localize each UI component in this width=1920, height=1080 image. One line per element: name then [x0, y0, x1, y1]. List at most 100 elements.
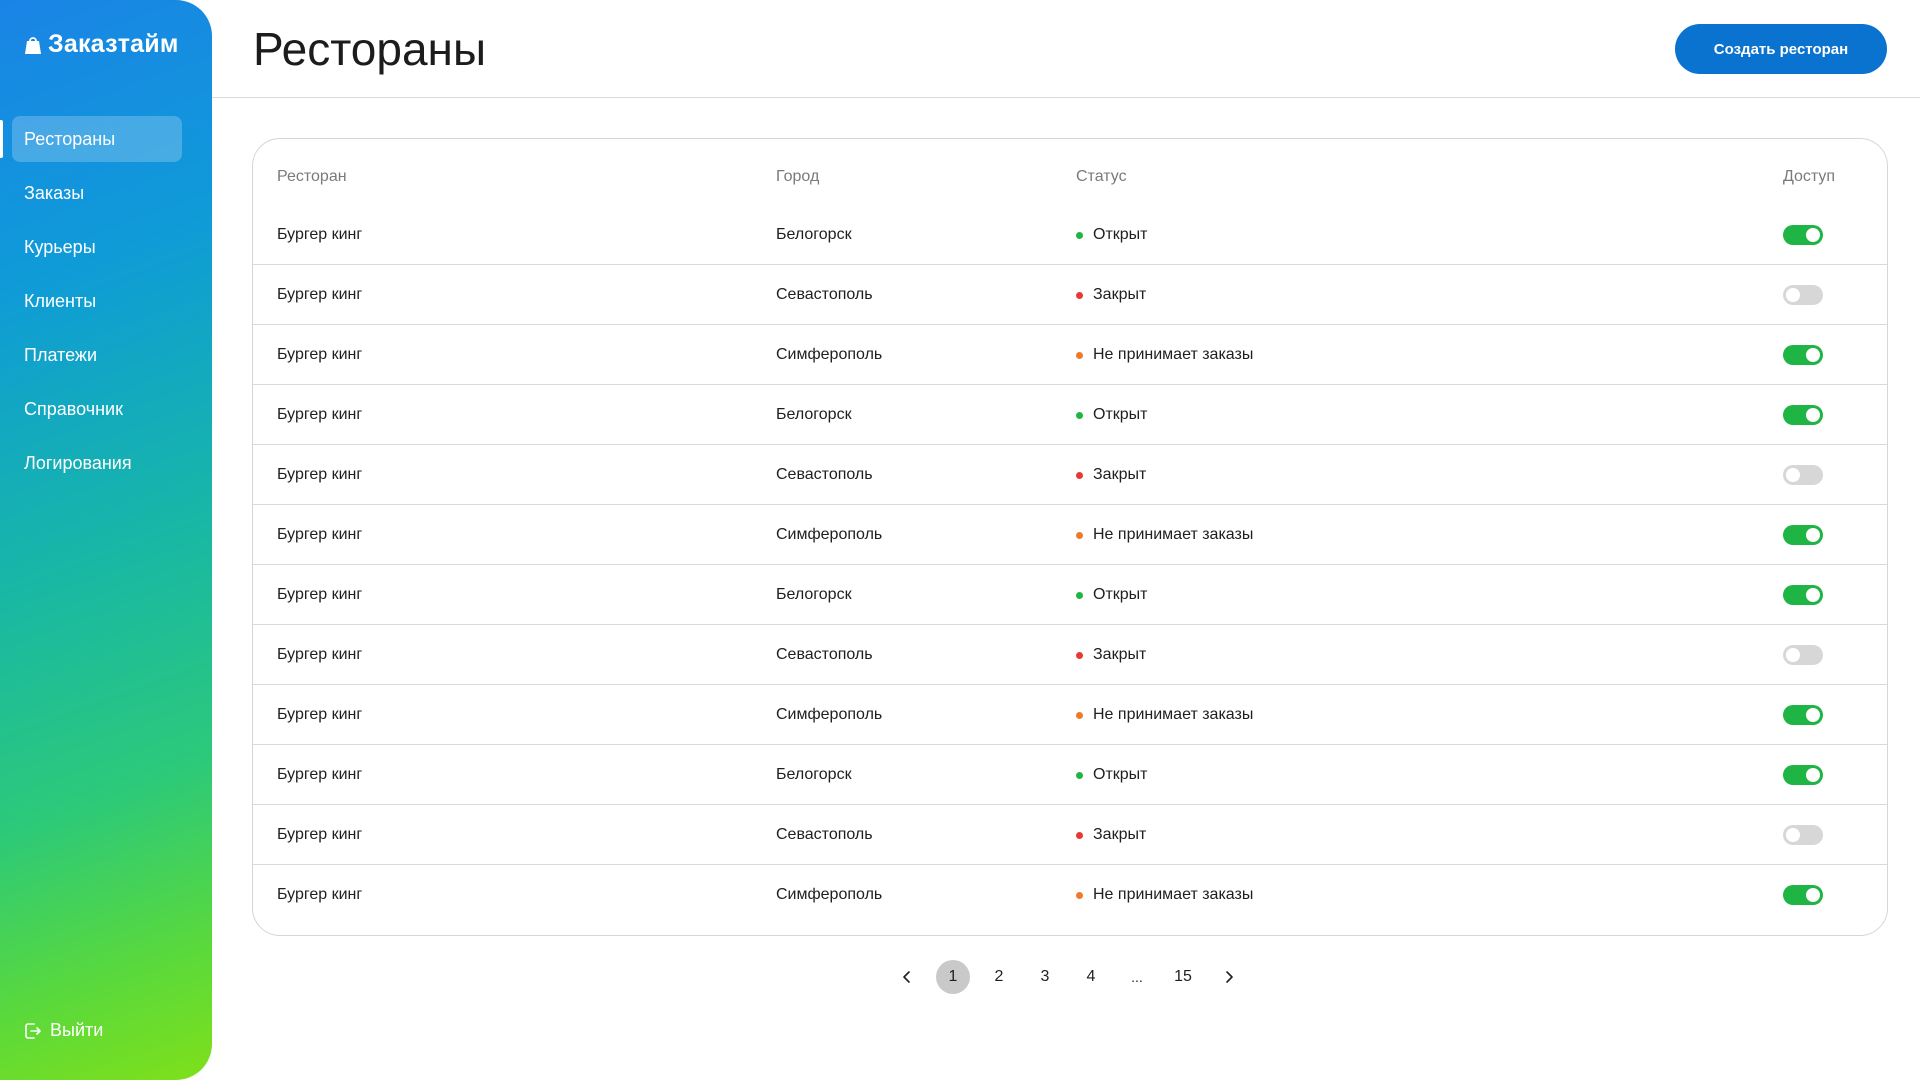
restaurant-status: Открыт [1076, 745, 1148, 805]
access-toggle[interactable] [1783, 525, 1823, 545]
sidebar-item-payments[interactable]: Платежи [12, 332, 182, 378]
access-toggle[interactable] [1783, 645, 1823, 665]
restaurant-status: Не принимает заказы [1076, 505, 1253, 565]
table-row[interactable]: Бургер кинг Севастополь Закрыт [253, 805, 1887, 865]
restaurant-name: Бургер кинг [277, 646, 363, 663]
table-row[interactable]: Бургер кинг Симферополь Не принимает заказ… [253, 325, 1887, 385]
restaurant-city: Симферополь [776, 346, 883, 363]
toggle-knob [1806, 348, 1820, 362]
logo-text: Заказтайм [48, 30, 179, 58]
sidebar-item-label: Платежи [24, 344, 98, 365]
sidebar-item-label: Логирования [24, 452, 132, 473]
sidebar-item-clients[interactable]: Клиенты [12, 278, 182, 324]
table-header: Ресторан Город Статус Доступ [253, 139, 1887, 205]
sidebar-nav: Рестораны Заказы Курьеры Клиенты Платежи… [0, 116, 212, 494]
access-cell [1783, 385, 1823, 445]
toggle-knob [1806, 528, 1820, 542]
access-toggle[interactable] [1783, 285, 1823, 305]
status-label: Закрыт [1093, 286, 1147, 303]
logout-button[interactable]: Выйти [24, 1020, 103, 1041]
restaurant-name: Бургер кинг [277, 466, 363, 483]
restaurant-name: Бургер кинг [277, 826, 363, 843]
sidebar-item-couriers[interactable]: Курьеры [12, 224, 182, 270]
sidebar-item-label: Справочник [24, 398, 123, 419]
column-header-city[interactable]: Город [776, 168, 819, 186]
chevron-right-icon[interactable] [1212, 960, 1246, 994]
table-row[interactable]: Бургер кинг Симферополь Не принимает заказ… [253, 865, 1887, 925]
sidebar-item-label: Курьеры [24, 236, 96, 257]
page-button-1[interactable]: 1 [936, 960, 970, 994]
status-dot-icon [1076, 771, 1083, 779]
access-cell [1783, 445, 1823, 505]
column-header-status[interactable]: Статус [1076, 168, 1127, 186]
table-row[interactable]: Бургер кинг Белогорск Открыт [253, 385, 1887, 445]
restaurant-name: Бургер кинг [277, 706, 363, 723]
restaurant-city: Симферополь [776, 526, 883, 543]
page-button-2[interactable]: 2 [982, 960, 1016, 994]
logo[interactable]: Заказтайм [24, 30, 179, 59]
status-label: Не принимает заказы [1093, 526, 1254, 543]
toggle-knob [1806, 708, 1820, 722]
toggle-knob [1806, 228, 1820, 242]
access-toggle[interactable] [1783, 345, 1823, 365]
access-toggle[interactable] [1783, 885, 1823, 905]
access-cell [1783, 685, 1823, 745]
restaurant-name: Бургер кинг [277, 346, 363, 363]
status-dot-icon [1076, 711, 1083, 719]
chevron-left-icon[interactable] [890, 960, 924, 994]
status-dot-icon [1076, 891, 1083, 899]
toggle-knob [1806, 588, 1820, 602]
sidebar-item-label: Рестораны [24, 128, 116, 149]
table-body: Бургер кинг Белогорск Открыт Бургер кинг Сев… [253, 205, 1887, 925]
status-dot-icon [1076, 531, 1083, 539]
page-button-4[interactable]: 4 [1074, 960, 1108, 994]
column-header-access[interactable]: Доступ [1783, 168, 1835, 186]
access-toggle[interactable] [1783, 405, 1823, 425]
access-toggle[interactable] [1783, 765, 1823, 785]
table-row[interactable]: Бургер кинг Белогорск Открыт [253, 205, 1887, 265]
restaurant-city: Белогорск [776, 766, 852, 783]
header-divider [212, 97, 1920, 98]
restaurant-city: Белогорск [776, 226, 852, 243]
status-label: Открыт [1093, 226, 1148, 243]
sidebar-item-orders[interactable]: Заказы [12, 170, 182, 216]
sidebar: Заказтайм Рестораны Заказы Курьеры Клиен… [0, 0, 212, 1080]
sidebar-item-restaurants[interactable]: Рестораны [0, 116, 182, 162]
restaurant-name: Бургер кинг [277, 286, 363, 303]
sidebar-item-directory[interactable]: Справочник [12, 386, 182, 432]
status-dot-icon [1076, 831, 1083, 839]
access-cell [1783, 325, 1823, 385]
status-label: Закрыт [1093, 826, 1147, 843]
table-row[interactable]: Бургер кинг Севастополь Закрыт [253, 265, 1887, 325]
access-toggle[interactable] [1783, 225, 1823, 245]
page-button-3[interactable]: 3 [1028, 960, 1062, 994]
status-label: Открыт [1093, 406, 1148, 423]
table-row[interactable]: Бургер кинг Севастополь Закрыт [253, 625, 1887, 685]
status-label: Не принимает заказы [1093, 346, 1254, 363]
restaurant-name: Бургер кинг [277, 406, 363, 423]
restaurant-city: Севастополь [776, 466, 873, 483]
create-restaurant-button[interactable]: Создать ресторан [1675, 24, 1887, 74]
restaurant-status: Закрыт [1076, 445, 1146, 505]
page-button-last[interactable]: 15 [1166, 960, 1200, 994]
restaurant-status: Открыт [1076, 565, 1148, 625]
access-toggle[interactable] [1783, 465, 1823, 485]
status-dot-icon [1076, 351, 1083, 359]
table-row[interactable]: Бургер кинг Белогорск Открыт [253, 745, 1887, 805]
access-toggle[interactable] [1783, 585, 1823, 605]
table-row[interactable]: Бургер кинг Белогорск Открыт [253, 565, 1887, 625]
access-cell [1783, 745, 1823, 805]
access-toggle[interactable] [1783, 705, 1823, 725]
restaurant-city: Симферополь [776, 886, 883, 903]
table-row[interactable]: Бургер кинг Симферополь Не принимает заказ… [253, 505, 1887, 565]
column-header-restaurant[interactable]: Ресторан [277, 168, 347, 186]
restaurant-name: Бургер кинг [277, 766, 363, 783]
table-row[interactable]: Бургер кинг Симферополь Не принимает заказ… [253, 685, 1887, 745]
restaurant-city: Симферополь [776, 706, 883, 723]
table-row[interactable]: Бургер кинг Севастополь Закрыт [253, 445, 1887, 505]
restaurant-status: Не принимает заказы [1076, 685, 1253, 745]
status-dot-icon [1076, 411, 1083, 419]
sidebar-item-logs[interactable]: Логирования [12, 440, 182, 486]
access-toggle[interactable] [1783, 825, 1823, 845]
access-cell [1783, 865, 1823, 925]
